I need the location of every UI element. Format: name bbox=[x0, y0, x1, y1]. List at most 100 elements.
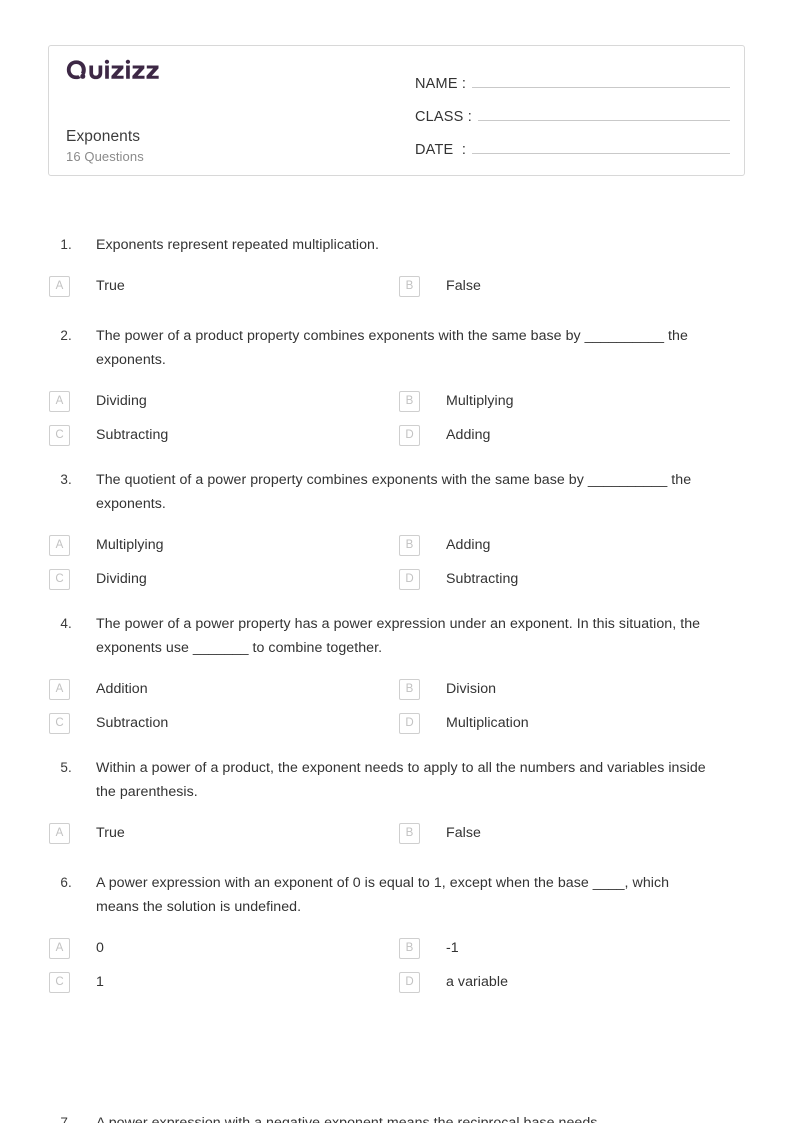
question-block: 1. Exponents represent repeated multiplic… bbox=[0, 233, 794, 324]
answer-option[interactable]: B Multiplying bbox=[399, 384, 749, 418]
option-letter-box: A bbox=[49, 390, 70, 412]
answer-option[interactable]: D Adding bbox=[399, 418, 749, 452]
question-prompt: 3. The quotient of a power property combi… bbox=[0, 468, 794, 516]
option-text: Multiplying bbox=[446, 393, 514, 409]
option-text: True bbox=[96, 825, 125, 841]
header-branding bbox=[66, 59, 396, 81]
option-text: False bbox=[446, 825, 481, 841]
option-text: False bbox=[446, 278, 481, 294]
answer-option[interactable]: C Subtracting bbox=[49, 418, 399, 452]
answer-options: A 0 B -1 C 1 Da variable bbox=[49, 931, 749, 999]
answer-option[interactable]: B Division bbox=[399, 672, 749, 706]
option-text: Subtraction bbox=[96, 715, 169, 731]
class-field-row: CLASS : bbox=[415, 100, 730, 133]
question-block: 5. Within a power of a product, the expon… bbox=[0, 756, 794, 871]
question-text: The quotient of a power property combine… bbox=[96, 472, 692, 512]
option-letter-box: A bbox=[49, 275, 70, 297]
option-text: Subtracting bbox=[96, 427, 169, 443]
answer-option[interactable]: A True bbox=[49, 816, 399, 850]
question-list: 1. Exponents represent repeated multiplic… bbox=[0, 233, 794, 1015]
answer-option[interactable]: A Multiplying bbox=[49, 528, 399, 562]
name-field-row: NAME : bbox=[415, 67, 730, 100]
option-letter-box: B bbox=[399, 678, 420, 700]
option-text: True bbox=[96, 278, 125, 294]
question-spacer bbox=[0, 999, 794, 1013]
option-text: 1 bbox=[96, 974, 104, 990]
answer-option[interactable]: D Subtracting bbox=[399, 562, 749, 596]
question-text: Within a power of a product, the exponen… bbox=[96, 760, 706, 800]
option-letter-box: A bbox=[49, 937, 70, 959]
option-text: Division bbox=[446, 681, 497, 697]
student-info-fields: NAME : CLASS : DATE : bbox=[415, 67, 730, 166]
option-letter-box: A bbox=[49, 534, 70, 556]
date-field-row: DATE : bbox=[415, 133, 730, 166]
option-letter-box: D bbox=[399, 568, 420, 590]
option-letter-box: C bbox=[49, 971, 70, 993]
answer-option[interactable]: Da variable bbox=[399, 965, 749, 999]
date-field-input[interactable] bbox=[472, 133, 730, 154]
answer-option[interactable]: A Dividing bbox=[49, 384, 399, 418]
question-spacer bbox=[0, 850, 794, 869]
date-field-label: DATE : bbox=[415, 142, 467, 158]
answer-option[interactable]: A0 bbox=[49, 931, 399, 965]
quiz-title: Exponents bbox=[66, 128, 141, 145]
answer-option[interactable]: B Adding bbox=[399, 528, 749, 562]
question-block: 4. The power of a power property has a po… bbox=[0, 612, 794, 756]
question-spacer bbox=[0, 452, 794, 466]
worksheet-header-card: Exponents 16 Questions NAME : CLASS : DA… bbox=[48, 45, 745, 176]
answer-option[interactable]: C1 bbox=[49, 965, 399, 999]
option-letter-box: B bbox=[399, 822, 420, 844]
answer-option[interactable]: A Addition bbox=[49, 672, 399, 706]
answer-option[interactable]: D Multiplication bbox=[399, 706, 749, 740]
option-letter-box: A bbox=[49, 822, 70, 844]
answer-options: A True B False bbox=[49, 269, 749, 303]
question-block: 3. The quotient of a power property combi… bbox=[0, 468, 794, 612]
option-letter-box: D bbox=[399, 424, 420, 446]
option-text: Adding bbox=[446, 427, 491, 443]
question-prompt: 5. Within a power of a product, the expon… bbox=[0, 756, 794, 804]
answer-option[interactable]: B -1 bbox=[399, 931, 749, 965]
answer-option[interactable]: A True bbox=[49, 269, 399, 303]
option-letter-box: D bbox=[399, 971, 420, 993]
option-letter-box: B bbox=[399, 390, 420, 412]
question-prompt: 4. The power of a power property has a po… bbox=[0, 612, 794, 660]
question-spacer bbox=[0, 596, 794, 610]
option-text: Dividing bbox=[96, 571, 147, 587]
option-text: Multiplying bbox=[96, 537, 164, 553]
option-text: Adding bbox=[446, 537, 491, 553]
option-text: a variable bbox=[446, 974, 509, 990]
clipped-question-7: 7. A power expression with a negative ex… bbox=[0, 1113, 794, 1123]
class-field-label: CLASS : bbox=[415, 109, 473, 125]
question-prompt: 6. A power expression with an exponent of… bbox=[0, 871, 794, 919]
question-block: 2. The power of a product property combin… bbox=[0, 324, 794, 468]
option-text: 0 bbox=[96, 940, 104, 956]
answer-options: A Addition B Division C Subtraction D Multiplic… bbox=[49, 672, 749, 740]
question-text: The power of a product property combines… bbox=[96, 328, 688, 368]
name-field-input[interactable] bbox=[472, 67, 730, 88]
answer-option[interactable]: C Dividing bbox=[49, 562, 399, 596]
answer-option[interactable]: C Subtraction bbox=[49, 706, 399, 740]
question-number: 3. bbox=[60, 472, 72, 487]
question-block: 6. A power expression with an exponent of… bbox=[0, 871, 794, 1015]
option-text: Multiplication bbox=[446, 715, 529, 731]
question-text: A power expression with an exponent of 0… bbox=[96, 875, 670, 915]
option-letter-box: C bbox=[49, 568, 70, 590]
question-number: 1. bbox=[60, 237, 72, 252]
answer-options: A Multiplying B Adding C Dividing D Subtracting bbox=[49, 528, 749, 596]
option-text: Dividing bbox=[96, 393, 147, 409]
question-number: 7. bbox=[60, 1115, 72, 1123]
quiz-question-count: 16 Questions bbox=[66, 149, 144, 164]
option-text: Subtracting bbox=[446, 571, 519, 587]
question-text: The power of a power property has a powe… bbox=[96, 616, 701, 656]
option-letter-box: A bbox=[49, 678, 70, 700]
question-number: 2. bbox=[60, 328, 72, 343]
answer-option[interactable]: B False bbox=[399, 816, 749, 850]
option-letter-box: D bbox=[399, 712, 420, 734]
question-prompt: 2. The power of a product property combin… bbox=[0, 324, 794, 372]
question-number: 6. bbox=[60, 875, 72, 890]
quiz-title-block: Exponents 16 Questions bbox=[66, 126, 144, 167]
question-spacer bbox=[0, 740, 794, 754]
option-letter-box: B bbox=[399, 275, 420, 297]
answer-option[interactable]: B False bbox=[399, 269, 749, 303]
class-field-input[interactable] bbox=[478, 100, 730, 121]
